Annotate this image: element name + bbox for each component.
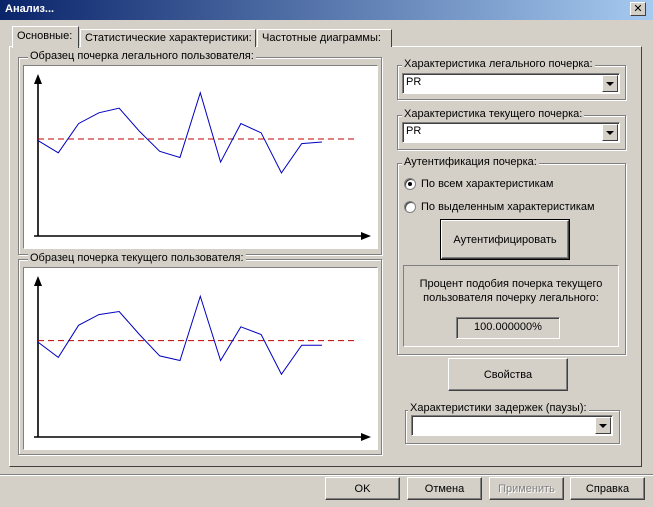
series-line — [37, 91, 323, 174]
current-characteristic-select[interactable]: PR — [402, 122, 620, 143]
current-characteristic-title: Характеристика текущего почерка: — [402, 108, 585, 120]
x-axis-arrow — [361, 433, 371, 441]
delays-select[interactable] — [411, 415, 613, 436]
properties-button[interactable]: Свойства — [448, 358, 568, 391]
apply-button[interactable]: Применить — [489, 477, 564, 500]
chevron-down-icon[interactable] — [602, 124, 618, 141]
legal-characteristic-select[interactable]: PR — [402, 73, 620, 94]
series-line — [37, 294, 322, 376]
legal-sample-title: Образец почерка легального пользователя: — [28, 50, 256, 62]
similarity-value: 100.000000% — [456, 317, 560, 339]
close-button[interactable]: ✕ — [630, 2, 646, 16]
tab-frequency[interactable]: Частотные диаграммы: — [257, 29, 392, 47]
similarity-label-line1: Процент подобия почерка текущего — [419, 278, 603, 290]
y-axis-arrow — [34, 276, 42, 286]
chevron-down-icon[interactable] — [595, 417, 611, 434]
radio-selected-characteristics[interactable] — [404, 201, 416, 213]
radio-selected-label[interactable]: По выделенным характеристикам — [421, 201, 595, 213]
properties-button-label: Свойства — [483, 368, 533, 381]
tab-main[interactable]: Основные: — [12, 26, 79, 48]
cancel-button-label: Отмена — [424, 482, 465, 495]
apply-button-label: Применить — [498, 482, 555, 495]
help-button[interactable]: Справка — [570, 477, 645, 500]
radio-all-label[interactable]: По всем характеристикам — [421, 178, 553, 190]
delays-title: Характеристики задержек (паузы): — [408, 402, 589, 414]
radio-all-characteristics[interactable] — [404, 178, 416, 190]
legal-characteristic-title: Характеристика легального почерка: — [402, 58, 595, 70]
ok-button[interactable]: OK — [325, 477, 400, 500]
authenticate-button[interactable]: Аутентифицировать — [440, 219, 570, 260]
x-axis-arrow — [361, 232, 371, 240]
ok-button-label: OK — [354, 482, 371, 495]
legal-sample-plot — [23, 65, 378, 249]
current-sample-chart — [34, 276, 371, 441]
tab-frequency-label: Частотные диаграммы: — [262, 32, 381, 44]
legal-characteristic-value: PR — [406, 76, 422, 88]
legal-sample-chart — [34, 74, 371, 240]
current-sample-plot — [23, 267, 378, 450]
help-button-label: Справка — [585, 482, 630, 495]
close-icon: ✕ — [633, 3, 643, 15]
authenticate-button-label: Аутентифицировать — [453, 233, 557, 246]
cancel-button[interactable]: Отмена — [407, 477, 482, 500]
authentication-title: Аутентификация почерка: — [402, 156, 539, 168]
chevron-down-icon[interactable] — [602, 75, 618, 92]
tab-statistics[interactable]: Статистические характеристики: — [80, 29, 256, 47]
footer-divider-highlight — [0, 475, 653, 476]
similarity-label-line2: пользователя почерку легального: — [423, 292, 599, 304]
window-title: Анализ... — [5, 3, 55, 15]
tab-main-label: Основные: — [17, 30, 73, 42]
y-axis-arrow — [34, 74, 42, 84]
tab-statistics-label: Статистические характеристики: — [85, 32, 252, 44]
current-sample-title: Образец почерка текущего пользователя: — [28, 252, 246, 264]
title-bar — [0, 0, 653, 20]
current-characteristic-value: PR — [406, 125, 422, 137]
